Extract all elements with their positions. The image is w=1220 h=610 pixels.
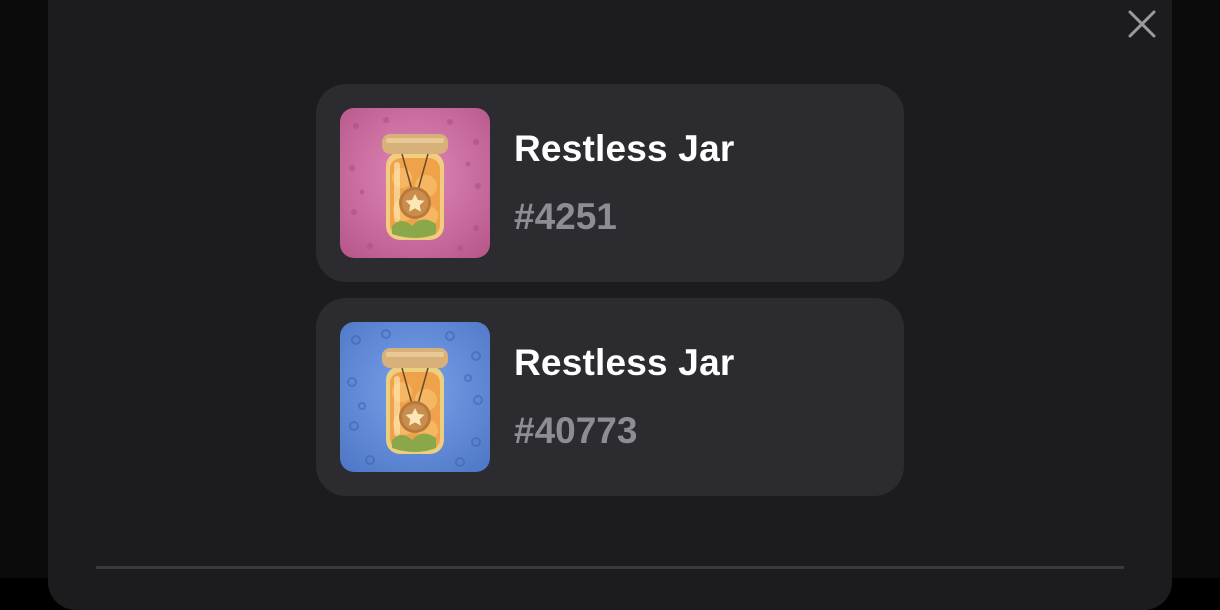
close-icon	[1128, 10, 1156, 38]
gift-title: Restless Jar	[514, 342, 735, 383]
gift-list: Restless Jar #4251 Restless Jar #40773	[316, 84, 904, 512]
gift-item[interactable]: Restless Jar #4251	[316, 84, 904, 282]
gift-title: Restless Jar	[514, 128, 735, 169]
pickle-jar-icon	[340, 322, 490, 472]
gift-thumbnail	[340, 322, 490, 472]
divider	[96, 566, 1124, 569]
close-button[interactable]	[1122, 4, 1162, 44]
pickle-jar-icon	[340, 108, 490, 258]
gift-item[interactable]: Restless Jar #40773	[316, 298, 904, 496]
gift-thumbnail	[340, 108, 490, 258]
gift-number: #4251	[514, 196, 617, 237]
gift-number: #40773	[514, 410, 638, 451]
